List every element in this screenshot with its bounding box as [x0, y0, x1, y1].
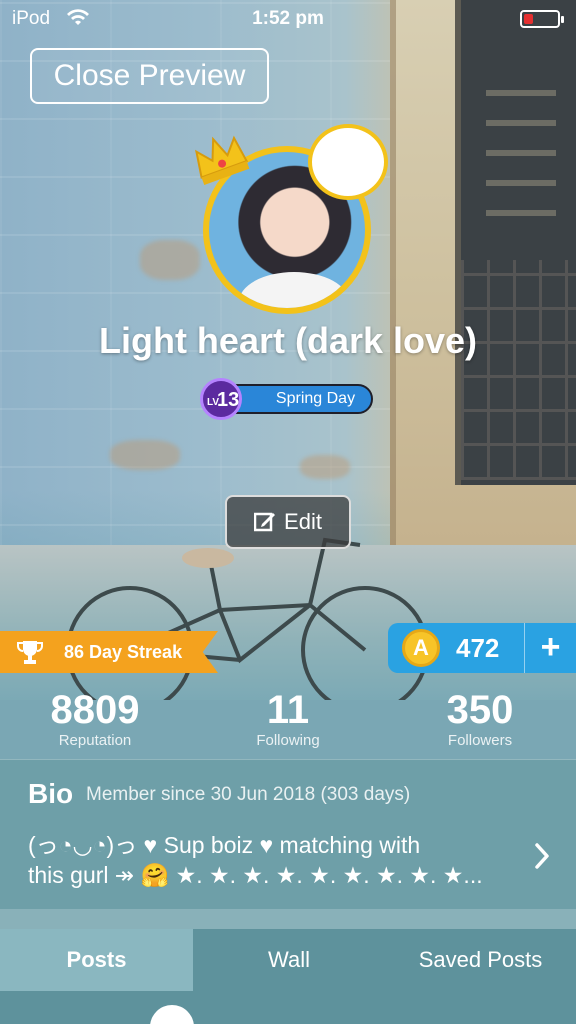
coin-icon: A: [402, 629, 440, 667]
stat-followers[interactable]: 350 Followers: [395, 688, 565, 750]
edit-label: Edit: [284, 509, 322, 534]
tab-wall[interactable]: Wall: [193, 929, 385, 991]
wall-stain: [300, 455, 350, 479]
crown-icon: [195, 135, 250, 186]
add-coins-button[interactable]: +: [524, 623, 576, 673]
profile-username: Light heart (dark love): [98, 320, 478, 361]
profile-tabs: Posts Wall Saved Posts: [0, 929, 576, 991]
stat-reputation[interactable]: 8809 Reputation: [10, 688, 180, 750]
status-emoji-bubble[interactable]: 😰: [308, 124, 388, 200]
stat-value: 350: [446, 688, 514, 732]
chevron-right-icon[interactable]: [534, 842, 550, 870]
edit-profile-button[interactable]: Edit: [225, 495, 351, 549]
stat-label: Followers: [447, 732, 513, 749]
trophy-icon: [17, 641, 43, 664]
stat-value: 8809: [50, 688, 140, 732]
member-since: Member since 30 Jun 2018 (303 days): [86, 784, 411, 805]
stat-value: 11: [266, 688, 310, 732]
coin-balance[interactable]: A 472 +: [388, 623, 576, 673]
wall-stain: [140, 240, 200, 280]
day-streak-banner[interactable]: 86 Day Streak: [0, 631, 218, 673]
shuttered-window: [455, 0, 576, 485]
create-post-strip[interactable]: [0, 991, 576, 1024]
edit-icon: [254, 512, 276, 532]
close-preview-button[interactable]: Close Preview: [30, 48, 269, 104]
stat-following[interactable]: 11 Following: [203, 688, 373, 750]
tab-posts[interactable]: Posts: [0, 929, 193, 991]
clock: 1:52 pm: [252, 8, 324, 29]
coin-amount: 472: [456, 633, 500, 663]
tab-saved-posts[interactable]: Saved Posts: [385, 929, 576, 991]
bio-text: (っ◔◡◔)っ ♥ Sup boiz ♥ matching with this …: [28, 830, 528, 890]
status-bar: iPod 1:52 pm: [0, 0, 576, 38]
wall-stain: [110, 440, 180, 470]
bio-section[interactable]: Bio Member since 30 Jun 2018 (303 days) …: [0, 759, 576, 909]
level-title: Spring Day: [275, 390, 356, 407]
stat-label: Reputation: [58, 732, 132, 749]
bio-line: this gurl ↠ 🤗 ★. ★. ★. ★. ★. ★. ★. ★. ★.…: [28, 862, 483, 888]
bio-title: Bio: [28, 778, 74, 809]
profile-stats: 8809 Reputation 11 Following 350 Followe…: [0, 688, 576, 758]
stat-label: Following: [256, 732, 320, 749]
bio-line: (っ◔◡◔)っ ♥ Sup boiz ♥ matching with: [28, 832, 421, 858]
add-post-icon: [150, 1005, 194, 1024]
battery-icon: [520, 10, 564, 28]
level-number: 13: [217, 389, 240, 411]
streak-label: 86 Day Streak: [64, 642, 183, 662]
level-badge: LV 13: [200, 378, 242, 420]
divider: [0, 909, 576, 929]
